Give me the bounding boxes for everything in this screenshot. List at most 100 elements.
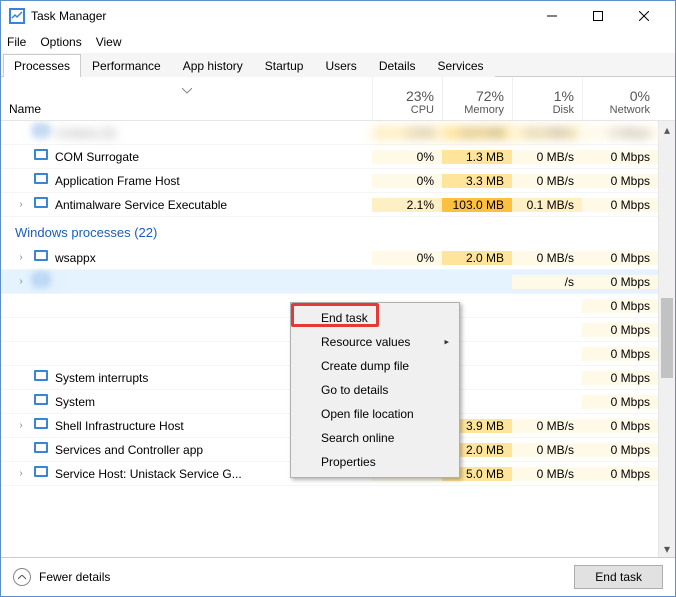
maximize-button[interactable]: [575, 1, 621, 31]
column-headers: Name 23%CPU 72%Memory 1%Disk 0%Network: [1, 77, 675, 121]
tab-services[interactable]: Services: [427, 54, 495, 77]
network-value: 0 Mbps: [582, 198, 658, 212]
process-row[interactable]: COM Surrogate0%1.3 MB0 MB/s0 Mbps: [1, 145, 675, 169]
process-name-cell: › Antimalware Service Executable: [1, 195, 372, 214]
cpu-value: 2.0%: [372, 126, 442, 140]
network-value: 0 Mbps: [582, 251, 658, 265]
network-value: 0 Mbps: [582, 323, 658, 337]
process-row[interactable]: ›Antimalware Service Executable2.1%103.0…: [1, 193, 675, 217]
column-memory[interactable]: 72%Memory: [442, 77, 512, 120]
process-name: COM Surrogate: [55, 150, 139, 164]
network-value: 0 Mbps: [582, 347, 658, 361]
process-icon: [33, 147, 49, 166]
memory-value: 3.3 MB: [442, 174, 512, 188]
memory-value: 1.3 MB: [442, 150, 512, 164]
context-menu-item-go-to-details[interactable]: Go to details: [293, 378, 457, 402]
network-value: 0 Mbps: [582, 150, 658, 164]
process-group-header[interactable]: Windows processes (22): [1, 217, 675, 246]
window-title: Task Manager: [31, 9, 529, 23]
context-menu-item-resource-values[interactable]: Resource values▸: [293, 330, 457, 354]
process-name-cell: Application Frame Host: [1, 171, 372, 190]
process-icon: [33, 440, 49, 459]
tab-startup[interactable]: Startup: [254, 54, 315, 77]
process-icon: [33, 464, 49, 483]
column-cpu[interactable]: 23%CPU: [372, 77, 442, 120]
process-name: System interrupts: [55, 371, 148, 385]
process-name: Application Frame Host: [55, 174, 180, 188]
vertical-scrollbar[interactable]: ▴ ▾: [658, 121, 675, 557]
process-name-cell: Cortana (3): [1, 123, 372, 142]
end-task-button[interactable]: End task: [574, 565, 663, 589]
tab-users[interactable]: Users: [314, 54, 367, 77]
process-name: System: [55, 395, 95, 409]
fewer-details-toggle[interactable]: Fewer details: [13, 568, 110, 586]
process-name: Service Host: Unistack Service G...: [55, 467, 242, 481]
process-icon: [33, 392, 49, 411]
process-name: Antimalware Service Executable: [55, 198, 227, 212]
cpu-value: 2.1%: [372, 198, 442, 212]
cpu-value: 0%: [372, 251, 442, 265]
process-row[interactable]: Cortana (3)2.0%14.5 MB0.2 MB/s0 Mbps: [1, 121, 675, 145]
menu-view[interactable]: View: [96, 35, 122, 49]
process-icon: [33, 368, 49, 387]
column-network[interactable]: 0%Network: [582, 77, 658, 120]
context-menu-item-open-file-location[interactable]: Open file location: [293, 402, 457, 426]
close-button[interactable]: [621, 1, 667, 31]
network-value: 0 Mbps: [582, 371, 658, 385]
context-menu: End taskResource values▸Create dump file…: [290, 302, 460, 478]
column-name[interactable]: Name: [1, 77, 372, 120]
scroll-thumb[interactable]: [661, 298, 673, 378]
footer: Fewer details End task: [1, 558, 675, 596]
tab-performance[interactable]: Performance: [81, 54, 172, 77]
menu-file[interactable]: File: [7, 35, 26, 49]
expand-chevron-icon[interactable]: ›: [15, 252, 27, 263]
network-value: 0 Mbps: [582, 174, 658, 188]
process-name: wsappx: [55, 251, 96, 265]
network-value: 0 Mbps: [582, 443, 658, 457]
menubar: File Options View: [1, 31, 675, 53]
context-menu-item-search-online[interactable]: Search online: [293, 426, 457, 450]
expand-chevron-icon[interactable]: ›: [15, 199, 27, 210]
cpu-value: 0%: [372, 174, 442, 188]
process-icon: [33, 171, 49, 190]
memory-value: 14.5 MB: [442, 126, 512, 140]
context-menu-item-create-dump-file[interactable]: Create dump file: [293, 354, 457, 378]
task-manager-icon: [9, 8, 25, 24]
process-name: Shell Infrastructure Host: [55, 419, 184, 433]
context-menu-item-end-task[interactable]: End task: [293, 306, 457, 330]
process-name-cell: ›-: [1, 272, 372, 291]
submenu-arrow-icon: ▸: [444, 337, 449, 348]
process-icon: [33, 416, 49, 435]
tab-processes[interactable]: Processes: [3, 54, 81, 77]
process-name-cell: › wsappx: [1, 248, 372, 267]
disk-value: 0 MB/s: [512, 251, 582, 265]
process-row[interactable]: Application Frame Host 0%3.3 MB0 MB/s0 Mb…: [1, 169, 675, 193]
process-name: -: [55, 275, 59, 289]
expand-chevron-icon[interactable]: ›: [15, 468, 27, 479]
titlebar[interactable]: Task Manager: [1, 1, 675, 31]
tab-details[interactable]: Details: [368, 54, 427, 77]
process-icon: [33, 123, 49, 142]
process-row[interactable]: ›-/s0 Mbps: [1, 270, 675, 294]
scroll-up-icon[interactable]: ▴: [659, 121, 675, 138]
tab-app-history[interactable]: App history: [172, 54, 254, 77]
context-menu-item-properties[interactable]: Properties: [293, 450, 457, 474]
expand-chevron-icon[interactable]: ›: [15, 276, 27, 287]
process-name: Cortana (3): [55, 126, 116, 140]
memory-value: 2.0 MB: [442, 251, 512, 265]
disk-value: 0 MB/s: [512, 174, 582, 188]
process-icon: [33, 272, 49, 291]
expand-chevron-icon[interactable]: ›: [15, 420, 27, 431]
menu-options[interactable]: Options: [40, 35, 81, 49]
network-value: 0 Mbps: [582, 419, 658, 433]
cpu-value: 0%: [372, 150, 442, 164]
process-row[interactable]: › wsappx 0%2.0 MB0 MB/s0 Mbps: [1, 246, 675, 270]
scroll-down-icon[interactable]: ▾: [659, 540, 675, 557]
column-disk[interactable]: 1%Disk: [512, 77, 582, 120]
network-value: 0 Mbps: [582, 299, 658, 313]
minimize-button[interactable]: [529, 1, 575, 31]
disk-value: 0.1 MB/s: [512, 198, 582, 212]
process-name: Services and Controller app: [55, 443, 203, 457]
disk-value: /s: [512, 275, 582, 289]
disk-value: 0 MB/s: [512, 443, 582, 457]
